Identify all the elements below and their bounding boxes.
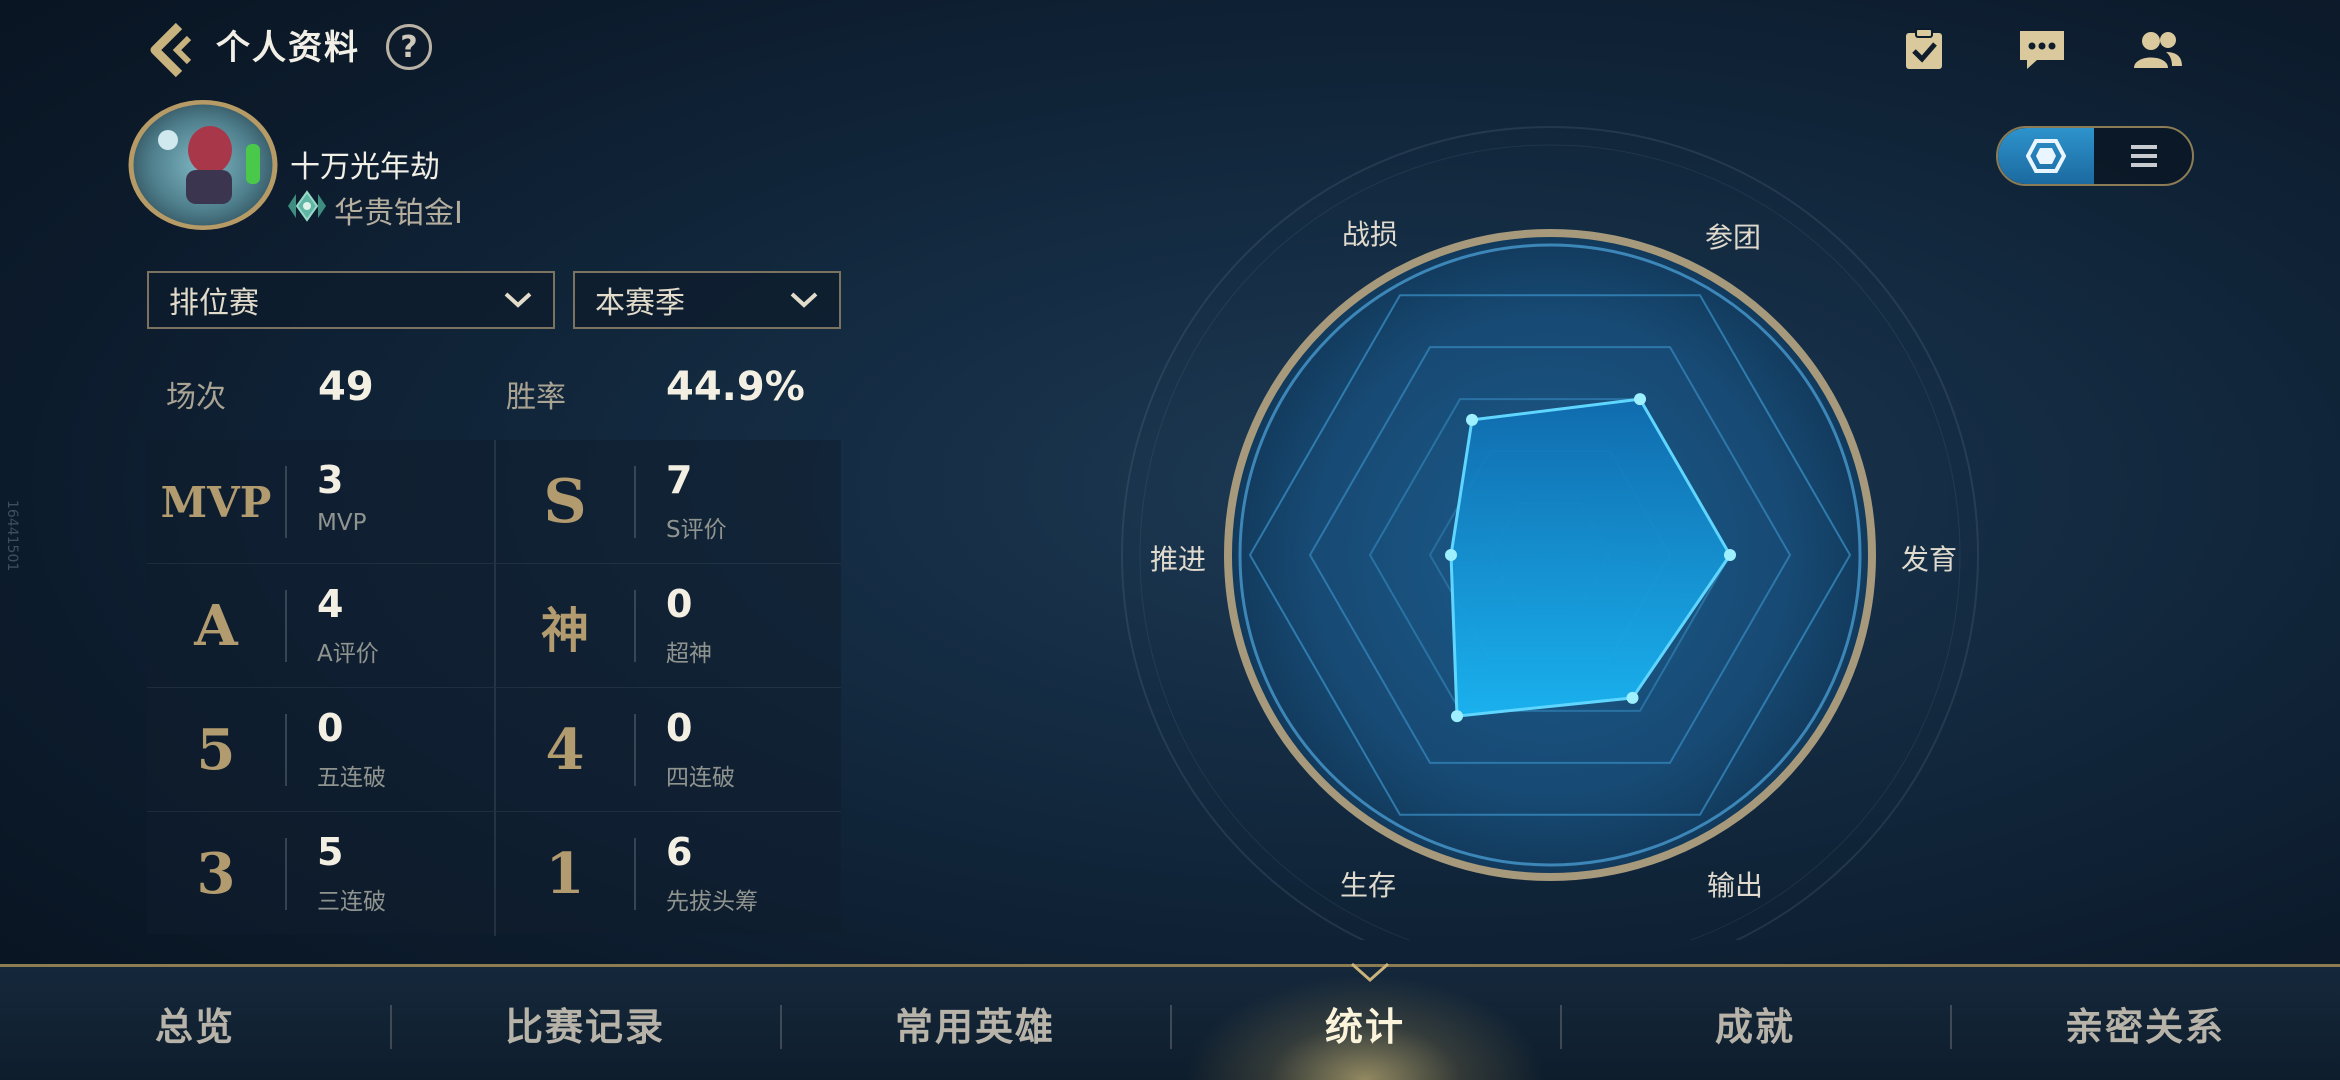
season-value: 本赛季 (595, 286, 685, 321)
bottom-tab-bar: 总览 比赛记录 常用英雄 统计 成就 亲密关系 (0, 964, 2340, 1080)
build-code: 16441501 (4, 500, 20, 572)
stat-label: MVP (317, 510, 367, 536)
stat-value: 7 (666, 458, 693, 502)
chevron-down-icon (790, 292, 818, 308)
avatar-image-icon (128, 100, 278, 230)
radar-point-1 (1724, 549, 1736, 561)
view-toggle[interactable] (1996, 126, 2194, 186)
friends-icon (2134, 32, 2182, 68)
checklist-icon (1906, 28, 1942, 69)
stat-cell-quadra: 4 0 四连破 (494, 688, 841, 812)
stat-value: 0 (666, 582, 693, 626)
stat-label: 超神 (666, 641, 712, 667)
quadra-kill-emblem-icon: 4 (545, 717, 585, 783)
s-rating-emblem-icon: S (543, 467, 587, 537)
player-name: 十万光年劫 (290, 150, 440, 185)
stat-label: 三连破 (317, 889, 386, 915)
stat-cell-triple: 3 5 三连破 (147, 812, 494, 936)
winrate-value: 44.9% (666, 364, 805, 410)
game-mode-value: 排位赛 (169, 286, 259, 321)
penta-kill-emblem-icon: 5 (196, 717, 236, 783)
platinum-rank-icon (288, 190, 326, 222)
stat-cell-s: S 7 S评价 (494, 440, 841, 564)
rank-text: 华贵铂金Ⅰ (334, 196, 463, 231)
task-checklist-button[interactable] (1896, 22, 1952, 78)
winrate-label: 胜率 (506, 380, 566, 415)
first-blood-emblem-icon: 1 (545, 841, 585, 907)
hexagon-icon (2026, 139, 2066, 173)
axis-label-teamfight: 参团 (1705, 221, 1762, 254)
stat-value: 0 (666, 706, 693, 750)
back-button[interactable] (140, 18, 204, 82)
radar-chart-svg (1121, 126, 1979, 984)
stat-cell-godlike: 神 0 超神 (494, 564, 841, 688)
game-mode-select[interactable]: 排位赛 (147, 271, 555, 329)
stat-value: 6 (666, 830, 693, 874)
radar-point-0 (1634, 393, 1646, 406)
radar-chart: 参团 发育 输出 生存 推进 战损 (1110, 120, 1990, 984)
radar-point-3 (1451, 710, 1463, 723)
radar-view-button[interactable] (1998, 128, 2094, 184)
radar-point-4 (1445, 549, 1457, 561)
chevron-down-icon (504, 292, 532, 308)
radar-point-5 (1466, 413, 1478, 426)
help-button[interactable]: ? (386, 24, 432, 70)
axis-label-damage: 输出 (1707, 869, 1764, 902)
stat-label: A评价 (317, 641, 379, 667)
axis-label-push: 推进 (1150, 543, 1207, 576)
stat-value: 3 (317, 458, 344, 502)
stat-cell-mvp: MVP 3 MVP (147, 440, 494, 564)
stats-table: MVP 3 MVP S 7 S评价 A 4 A评价 神 0 超神 5 0 五连破… (147, 440, 841, 936)
tab-heroes[interactable]: 常用英雄 (780, 967, 1170, 1080)
stat-value: 5 (317, 830, 344, 874)
a-rating-emblem-icon: A (194, 593, 238, 659)
stat-label: 四连破 (666, 765, 735, 791)
tab-overview[interactable]: 总览 (0, 967, 390, 1080)
godlike-emblem-icon: 神 (540, 603, 589, 659)
stat-value: 4 (317, 582, 344, 626)
matches-value: 49 (318, 364, 374, 410)
rank-badge (282, 186, 332, 226)
stat-cell-penta: 5 0 五连破 (147, 688, 494, 812)
axis-label-farming: 发育 (1901, 543, 1958, 576)
tab-achievements[interactable]: 成就 (1560, 967, 1950, 1080)
matches-label: 场次 (166, 380, 226, 415)
chat-bubble-icon (2020, 31, 2064, 69)
stat-label: 五连破 (317, 765, 386, 791)
season-select[interactable]: 本赛季 (573, 271, 841, 329)
radar-point-2 (1626, 691, 1639, 704)
active-tab-pointer-icon (1351, 962, 1389, 983)
avatar[interactable] (128, 100, 278, 230)
axis-label-survival: 生存 (1340, 869, 1397, 902)
tab-relationships[interactable]: 亲密关系 (1950, 967, 2340, 1080)
axis-label-kda: 战损 (1342, 218, 1399, 251)
stat-label: S评价 (666, 517, 727, 543)
page-title: 个人资料 (216, 28, 360, 68)
messages-button[interactable] (2014, 22, 2070, 78)
mvp-emblem-icon: MVP (160, 477, 272, 527)
stat-cell-a: A 4 A评价 (147, 564, 494, 688)
stat-label: 先拔头筹 (666, 889, 758, 915)
back-arrow-icon (150, 22, 192, 78)
list-view-button[interactable] (2096, 128, 2192, 184)
triple-kill-emblem-icon: 3 (196, 841, 236, 907)
list-icon (2131, 145, 2157, 167)
tab-match-history[interactable]: 比赛记录 (390, 967, 780, 1080)
friends-button[interactable] (2130, 22, 2186, 78)
stat-value: 0 (317, 706, 344, 750)
stat-cell-first-blood: 1 6 先拔头筹 (494, 812, 841, 936)
